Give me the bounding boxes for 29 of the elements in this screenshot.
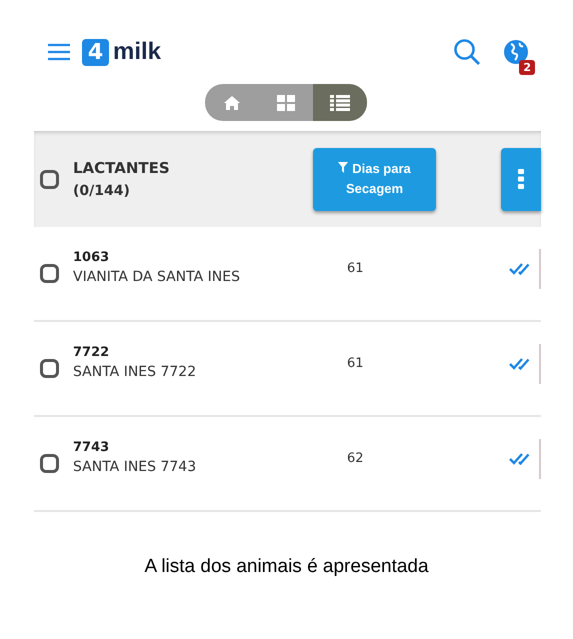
search-button[interactable] xyxy=(453,38,481,66)
logo-mark: 4 xyxy=(82,38,109,66)
animal-id: 1063 xyxy=(73,250,110,265)
checkbox[interactable] xyxy=(40,170,59,188)
checkbox[interactable] xyxy=(40,454,59,473)
animal-name: SANTA INES 7743 xyxy=(73,459,198,475)
animal-id: 7722 xyxy=(73,345,110,360)
animal-id: 7743 xyxy=(73,440,110,455)
days-value: 62 xyxy=(347,451,364,466)
animal-name: SANTA INES 7722 xyxy=(73,364,198,380)
days-value: 61 xyxy=(347,356,364,371)
caption: A lista dos animais é apresentada xyxy=(144,556,429,578)
home-icon xyxy=(223,94,241,110)
list-title: LACTANTES xyxy=(73,159,171,177)
more-icon xyxy=(518,169,524,189)
logo-text: milk xyxy=(113,38,162,66)
days-value: 61 xyxy=(347,261,364,276)
filter-button[interactable]: Dias para Secagem xyxy=(313,148,436,210)
filter-icon xyxy=(338,162,348,173)
notification-badge: 2 xyxy=(519,60,535,75)
list-icon xyxy=(330,94,350,110)
checkbox[interactable] xyxy=(40,359,59,378)
animal-name: VIANITA DA SANTA INES xyxy=(73,269,241,285)
grid-icon xyxy=(277,94,295,110)
view-tab[interactable] xyxy=(313,84,367,121)
more-button[interactable] xyxy=(501,148,541,210)
menu-icon[interactable] xyxy=(48,43,70,61)
checkbox[interactable] xyxy=(40,264,59,283)
list-count: (0/144) xyxy=(73,183,131,199)
